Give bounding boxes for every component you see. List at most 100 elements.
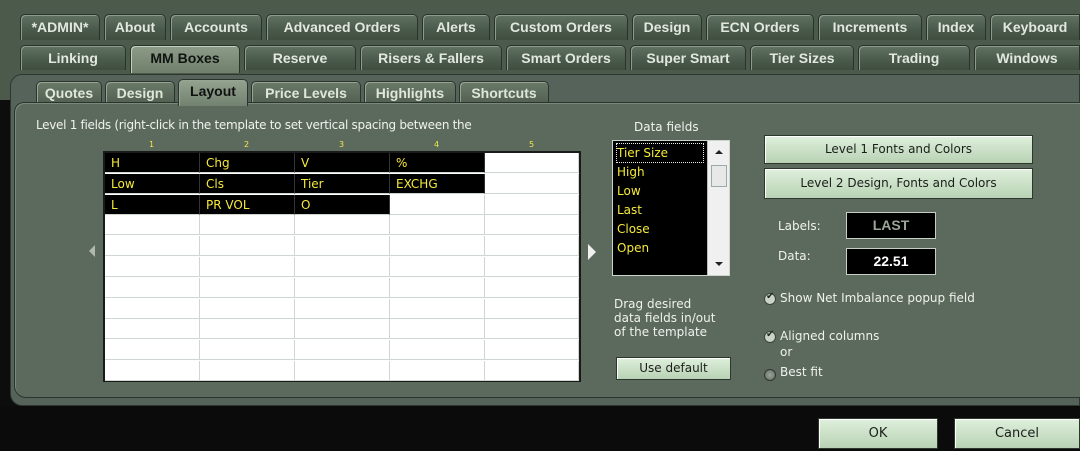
template-cell[interactable]	[200, 278, 295, 298]
template-cell[interactable]	[105, 319, 200, 339]
template-cell[interactable]	[105, 361, 200, 381]
template-cell[interactable]	[485, 319, 579, 339]
template-cell[interactable]	[485, 257, 579, 277]
tab-alerts[interactable]: Alerts	[422, 14, 490, 40]
use-default-button[interactable]: Use default	[616, 357, 731, 380]
template-cell[interactable]	[390, 278, 485, 298]
template-cell[interactable]: EXCHG	[390, 174, 485, 194]
template-cell[interactable]	[295, 319, 390, 339]
template-cell[interactable]	[485, 236, 579, 256]
tab-linking[interactable]: Linking	[20, 45, 126, 70]
template-cell[interactable]: H	[105, 153, 200, 173]
template-cell[interactable]	[295, 299, 390, 319]
template-cell[interactable]	[390, 299, 485, 319]
data-fields-scrollbar[interactable]	[707, 141, 729, 275]
scroll-thumb[interactable]	[711, 165, 727, 187]
tab-advanced-orders[interactable]: Advanced Orders	[266, 14, 418, 40]
template-cell[interactable]	[390, 215, 485, 235]
tab-smart-orders[interactable]: Smart Orders	[506, 45, 626, 70]
best-fit-radio[interactable]	[764, 369, 776, 381]
tab-keyboard[interactable]: Keyboard	[990, 14, 1080, 40]
template-cell[interactable]	[295, 215, 390, 235]
data-preview[interactable]: 22.51	[846, 248, 936, 275]
tab-mm-boxes[interactable]: MM Boxes	[130, 45, 240, 73]
tab-ecn-orders[interactable]: ECN Orders	[706, 14, 814, 40]
template-cell[interactable]	[485, 153, 579, 173]
ok-button[interactable]: OK	[818, 418, 938, 449]
template-cell[interactable]	[485, 340, 579, 360]
template-cell[interactable]	[390, 361, 485, 381]
template-cell[interactable]	[485, 361, 579, 381]
template-cell[interactable]	[105, 236, 200, 256]
tab-risers-fallers[interactable]: Risers & Fallers	[360, 45, 502, 70]
data-field-item[interactable]: Close	[617, 220, 650, 238]
template-cell[interactable]	[485, 195, 579, 215]
template-cell[interactable]	[485, 215, 579, 235]
data-field-item[interactable]: High	[617, 163, 645, 181]
scroll-down-icon[interactable]	[715, 262, 723, 266]
show-net-imbalance-checkbox[interactable]	[764, 291, 776, 305]
data-field-item[interactable]: Tier Size	[616, 143, 704, 163]
tab-accounts[interactable]: Accounts	[170, 14, 262, 40]
template-cell[interactable]	[390, 257, 485, 277]
template-cell[interactable]: %	[390, 153, 485, 173]
tab-design[interactable]: Design	[632, 14, 702, 40]
level1-fonts-colors-button[interactable]: Level 1 Fonts and Colors	[764, 135, 1033, 164]
move-right-icon[interactable]	[588, 244, 596, 260]
subtab-layout[interactable]: Layout	[178, 79, 248, 106]
template-cell[interactable]	[200, 236, 295, 256]
template-cell[interactable]	[390, 319, 485, 339]
data-field-item[interactable]: Open	[617, 239, 649, 257]
template-cell[interactable]	[295, 278, 390, 298]
template-cell[interactable]	[485, 299, 579, 319]
data-fields-list[interactable]: Tier Size High Low Last Close Open	[612, 140, 730, 276]
tab-increments[interactable]: Increments	[818, 14, 922, 40]
template-cell[interactable]: Chg	[200, 153, 295, 173]
data-field-item[interactable]: Low	[617, 182, 641, 200]
cancel-button[interactable]: Cancel	[954, 418, 1080, 449]
template-cell[interactable]	[105, 340, 200, 360]
tab-admin[interactable]: *ADMIN*	[20, 14, 100, 40]
template-cell[interactable]	[200, 319, 295, 339]
tab-tier-sizes[interactable]: Tier Sizes	[750, 45, 854, 70]
template-cell[interactable]	[295, 257, 390, 277]
template-cell[interactable]	[105, 257, 200, 277]
template-cell[interactable]	[485, 278, 579, 298]
template-cell[interactable]	[390, 236, 485, 256]
template-cell[interactable]	[485, 174, 579, 194]
template-cell[interactable]	[200, 340, 295, 360]
tab-about[interactable]: About	[104, 14, 166, 40]
template-cell[interactable]: PR VOL	[200, 195, 295, 215]
tab-index[interactable]: Index	[926, 14, 986, 40]
template-cell[interactable]	[200, 215, 295, 235]
labels-preview[interactable]: LAST	[846, 212, 936, 239]
tab-windows[interactable]: Windows	[974, 45, 1080, 70]
template-cell[interactable]	[105, 278, 200, 298]
level2-design-button[interactable]: Level 2 Design, Fonts and Colors	[764, 168, 1033, 199]
data-field-item[interactable]: Last	[617, 201, 642, 219]
template-cell[interactable]: Low	[105, 174, 200, 194]
template-cell[interactable]	[200, 299, 295, 319]
template-cell[interactable]: Tier	[295, 174, 390, 194]
tab-super-smart[interactable]: Super Smart	[630, 45, 746, 70]
template-cell[interactable]	[390, 195, 485, 215]
template-cell[interactable]: Cls	[200, 174, 295, 194]
template-cell[interactable]: O	[295, 195, 390, 215]
template-cell[interactable]	[200, 361, 295, 381]
level1-template-grid[interactable]: H Chg V% Low Cls Tier EXCHG L PR VOL O	[103, 151, 581, 382]
template-cell[interactable]	[295, 340, 390, 360]
template-cell[interactable]: V	[295, 153, 390, 173]
scroll-up-icon[interactable]	[715, 150, 723, 154]
tab-trading[interactable]: Trading	[858, 45, 970, 70]
template-cell[interactable]: L	[105, 195, 200, 215]
template-cell[interactable]	[200, 257, 295, 277]
template-cell[interactable]	[295, 361, 390, 381]
scroll-left-icon[interactable]	[89, 245, 95, 257]
template-cell[interactable]	[390, 340, 485, 360]
tab-reserve[interactable]: Reserve	[244, 45, 356, 70]
template-cell[interactable]	[105, 299, 200, 319]
template-cell[interactable]	[105, 215, 200, 235]
aligned-columns-radio[interactable]	[764, 329, 776, 343]
tab-custom-orders[interactable]: Custom Orders	[494, 14, 628, 40]
template-cell[interactable]	[295, 236, 390, 256]
